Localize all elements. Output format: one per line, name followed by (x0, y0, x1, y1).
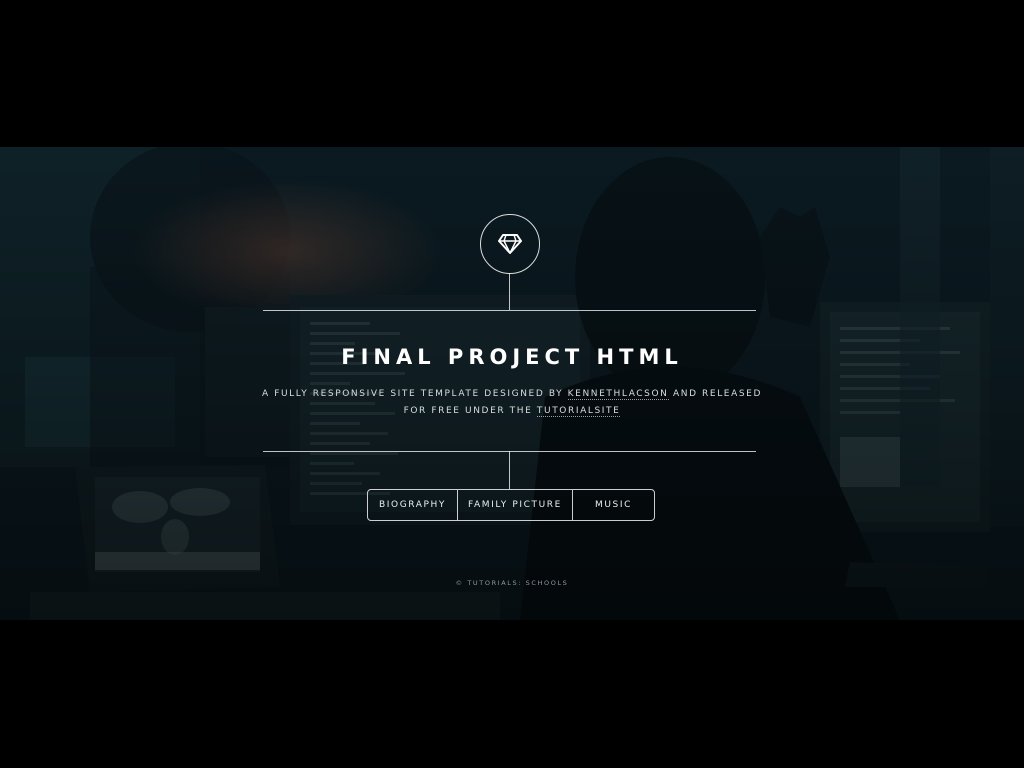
diamond-icon (498, 234, 522, 254)
main-nav: BIOGRAPHY FAMILY PICTURE MUSIC (367, 489, 655, 521)
page-title: FINAL PROJECT HTML (341, 345, 683, 369)
hero-section: FINAL PROJECT HTML A FULLY RESPONSIVE SI… (0, 147, 1024, 620)
nav-item-family-picture[interactable]: FAMILY PICTURE (457, 490, 572, 520)
nav-item-biography[interactable]: BIOGRAPHY (368, 490, 457, 520)
footer-copyright: © TUTORIALS: SCHOOLS (455, 579, 569, 587)
subtitle-text: A FULLY RESPONSIVE SITE TEMPLATE DESIGNE… (262, 389, 568, 399)
license-link[interactable]: TUTORIALSITE (536, 406, 621, 417)
letterbox-top (0, 0, 1024, 147)
nav-item-music[interactable]: MUSIC (572, 490, 654, 520)
hero-content: FINAL PROJECT HTML A FULLY RESPONSIVE SI… (0, 147, 1024, 620)
logo[interactable] (480, 214, 540, 274)
page-subtitle: A FULLY RESPONSIVE SITE TEMPLATE DESIGNE… (262, 386, 762, 420)
letterbox-bottom (0, 620, 1024, 768)
divider-top (263, 310, 756, 311)
author-link[interactable]: KENNETHLACSON (567, 389, 669, 400)
connector-line-bottom (509, 451, 510, 489)
connector-line-top (509, 273, 510, 310)
